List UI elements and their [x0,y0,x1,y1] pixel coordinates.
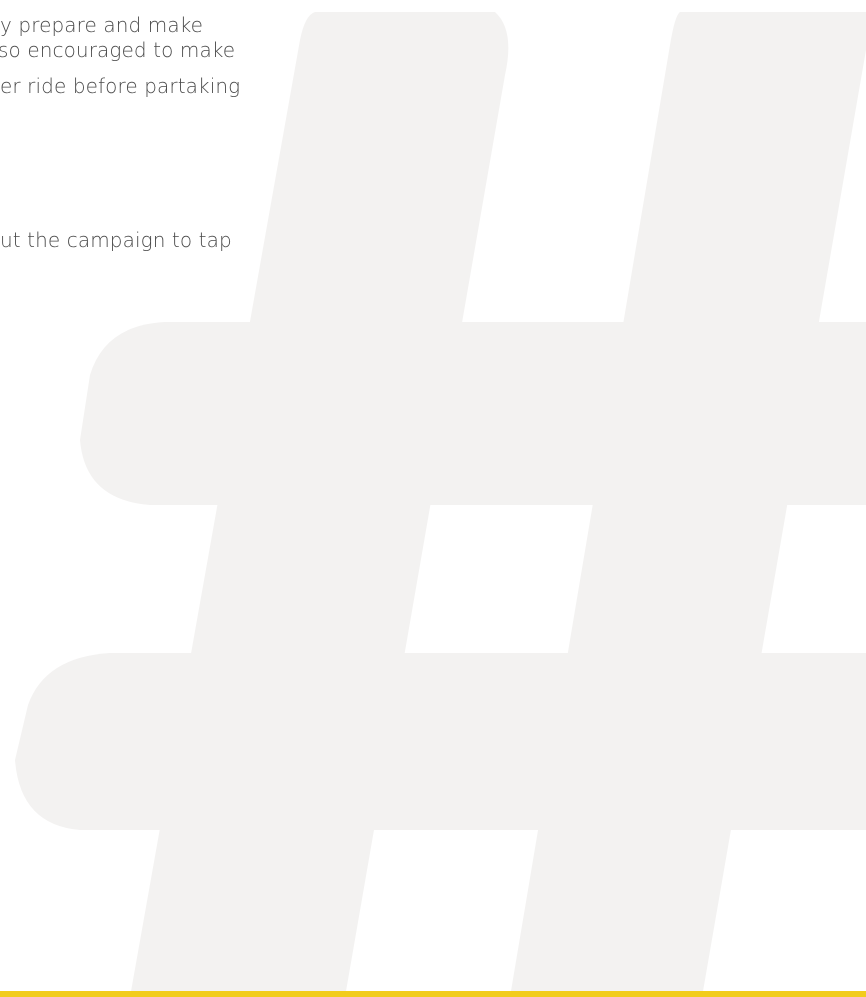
document-page: y prepare and make so encouraged to make… [0,0,866,997]
body-text-line: er ride before partaking [0,74,241,98]
body-text-line: ut the campaign to tap [0,228,232,252]
body-text-line: y prepare and make [0,13,204,37]
accent-bar [0,991,866,997]
body-text-line: so encouraged to make [0,38,236,62]
body-text: y prepare and make so encouraged to make… [0,0,866,300]
